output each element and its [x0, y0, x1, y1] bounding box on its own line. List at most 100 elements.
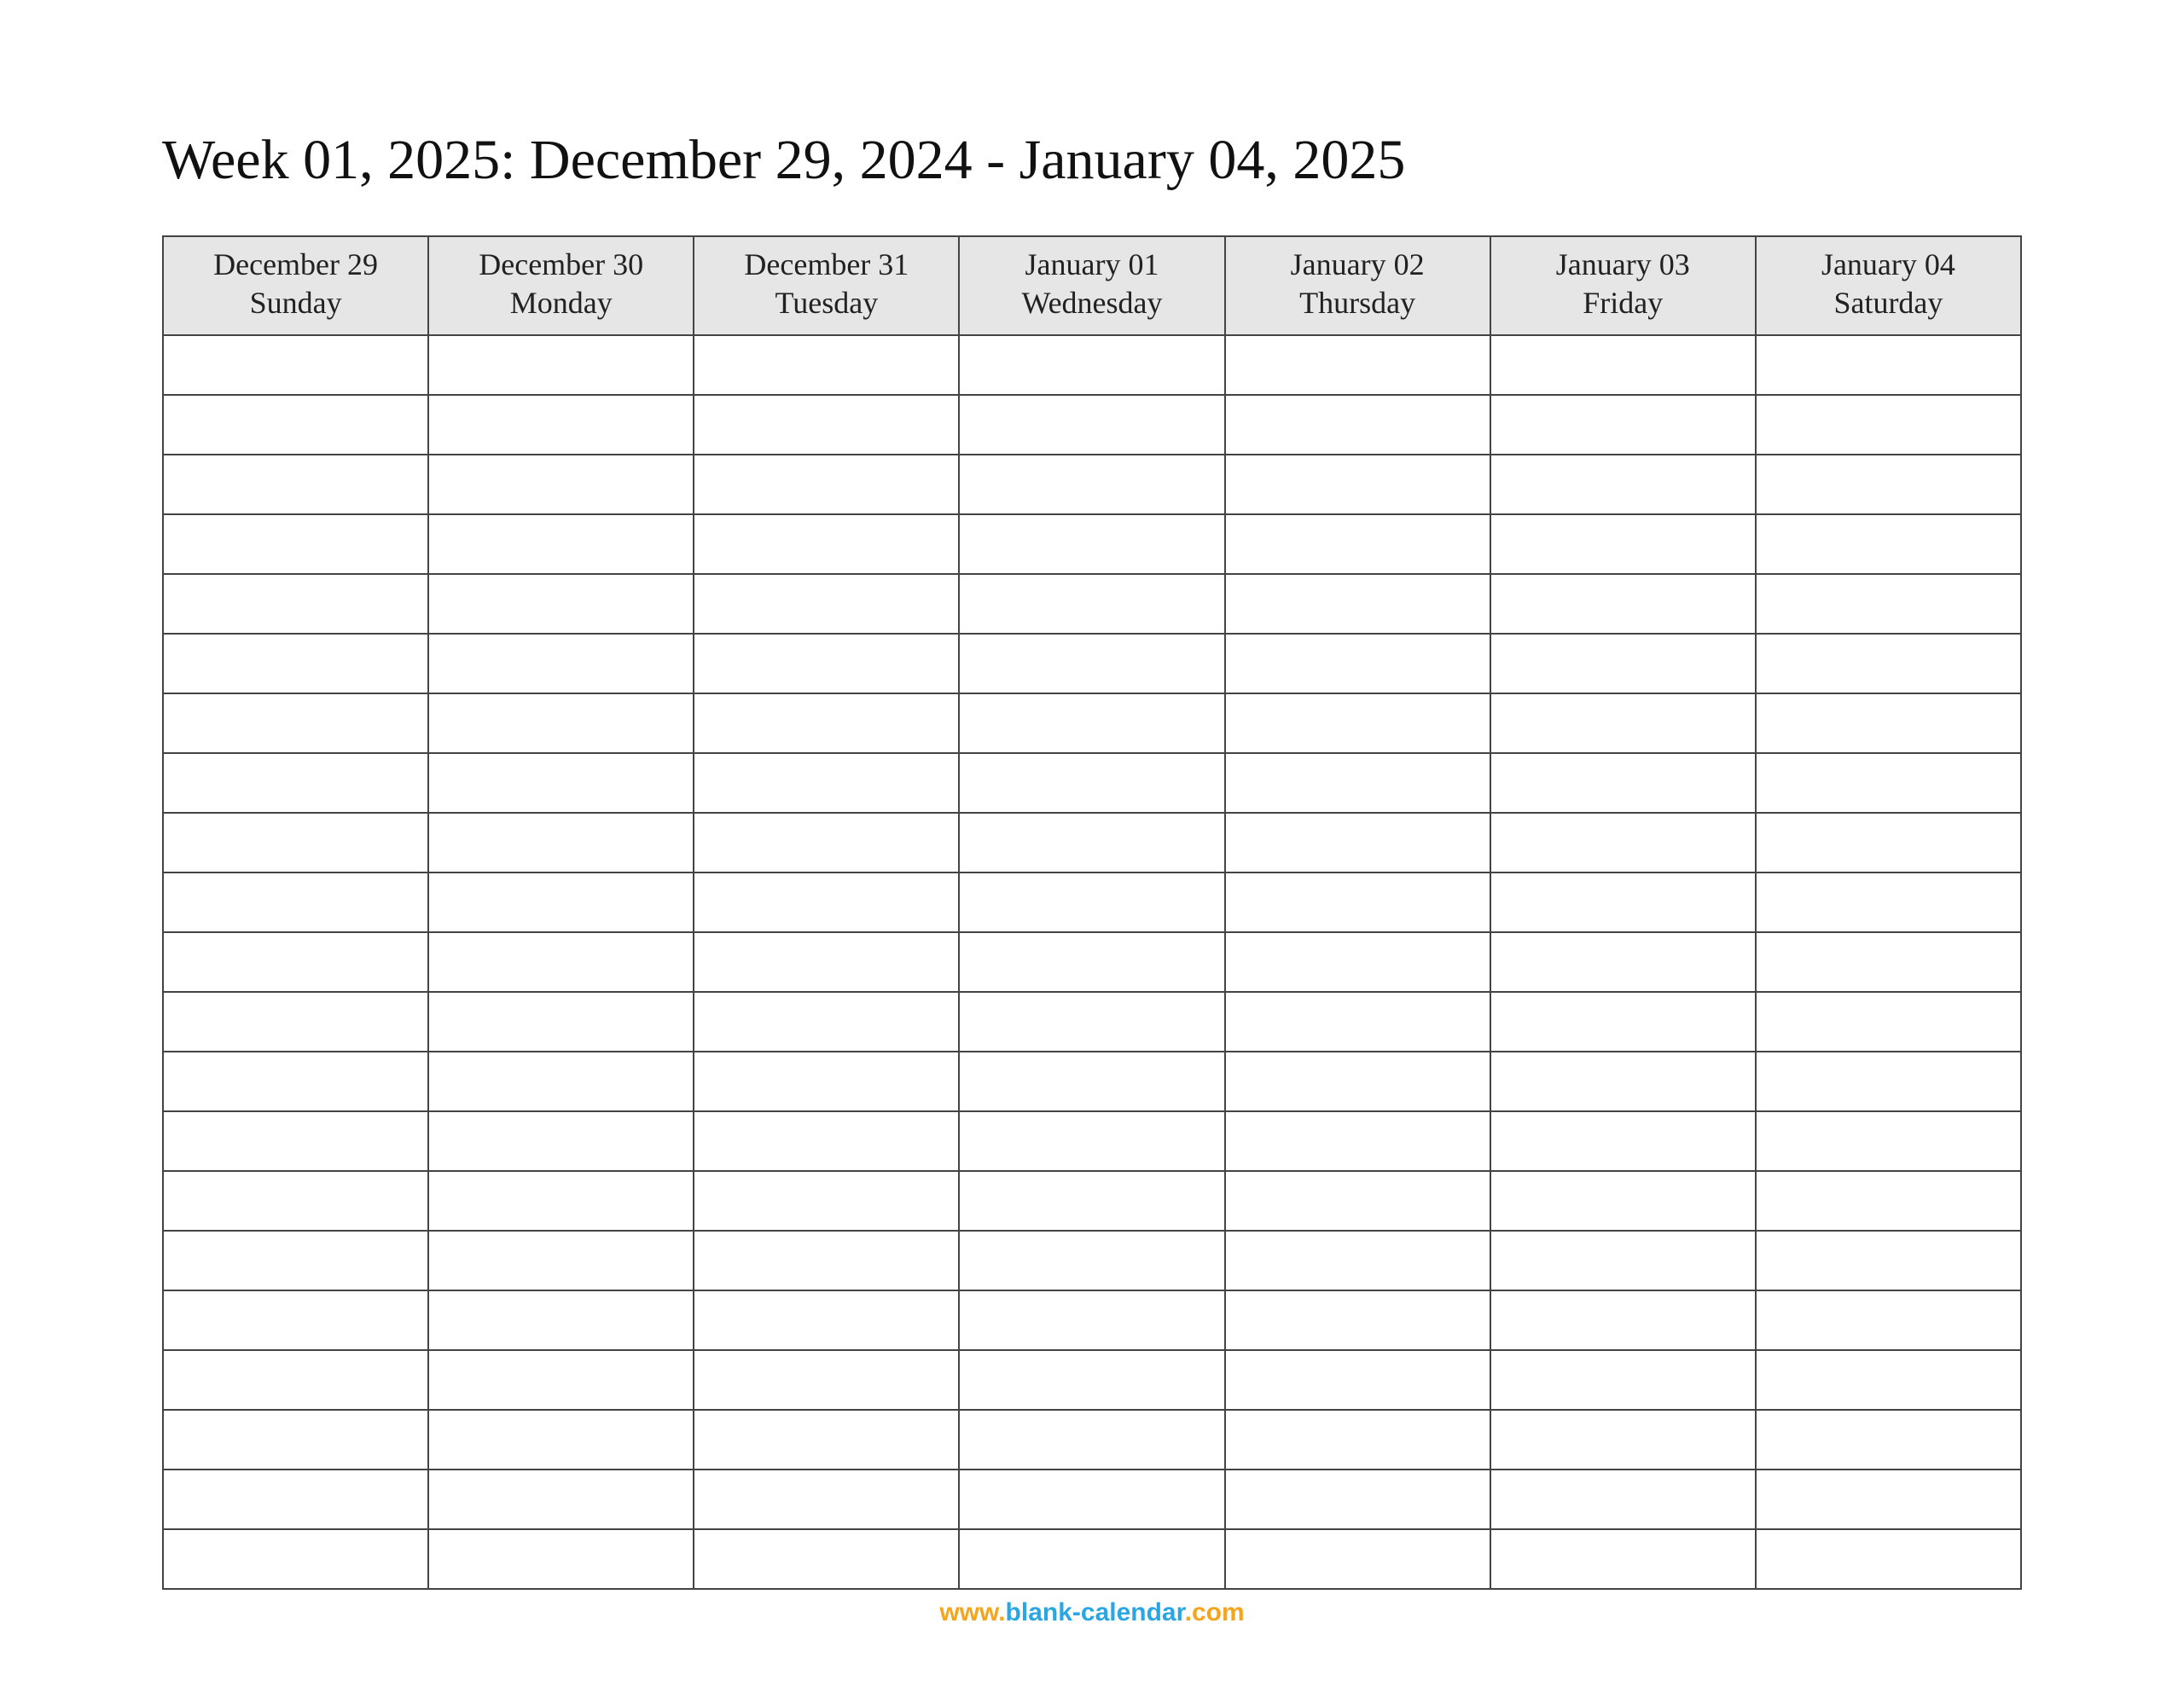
calendar-cell[interactable]: [959, 1470, 1224, 1529]
calendar-cell[interactable]: [163, 872, 428, 932]
calendar-cell[interactable]: [1490, 1171, 1756, 1231]
calendar-cell[interactable]: [959, 634, 1224, 693]
calendar-cell[interactable]: [1756, 574, 2021, 634]
calendar-cell[interactable]: [959, 1410, 1224, 1470]
calendar-cell[interactable]: [959, 992, 1224, 1052]
calendar-cell[interactable]: [959, 1231, 1224, 1290]
calendar-cell[interactable]: [163, 1290, 428, 1350]
calendar-cell[interactable]: [1756, 1171, 2021, 1231]
calendar-cell[interactable]: [694, 872, 959, 932]
calendar-cell[interactable]: [1225, 395, 1490, 455]
calendar-cell[interactable]: [694, 634, 959, 693]
calendar-cell[interactable]: [1490, 455, 1756, 514]
calendar-cell[interactable]: [694, 753, 959, 813]
calendar-cell[interactable]: [1225, 693, 1490, 753]
calendar-cell[interactable]: [163, 395, 428, 455]
calendar-cell[interactable]: [1756, 395, 2021, 455]
calendar-cell[interactable]: [1225, 1290, 1490, 1350]
calendar-cell[interactable]: [959, 1290, 1224, 1350]
calendar-cell[interactable]: [428, 813, 694, 872]
calendar-cell[interactable]: [1490, 753, 1756, 813]
calendar-cell[interactable]: [694, 455, 959, 514]
calendar-cell[interactable]: [428, 1052, 694, 1111]
calendar-cell[interactable]: [959, 872, 1224, 932]
calendar-cell[interactable]: [1756, 514, 2021, 574]
calendar-cell[interactable]: [1490, 1529, 1756, 1589]
calendar-cell[interactable]: [1225, 634, 1490, 693]
calendar-cell[interactable]: [694, 813, 959, 872]
calendar-cell[interactable]: [694, 514, 959, 574]
calendar-cell[interactable]: [694, 335, 959, 395]
calendar-cell[interactable]: [428, 932, 694, 992]
calendar-cell[interactable]: [1756, 1290, 2021, 1350]
calendar-cell[interactable]: [1225, 932, 1490, 992]
calendar-cell[interactable]: [1225, 1171, 1490, 1231]
calendar-cell[interactable]: [959, 455, 1224, 514]
calendar-cell[interactable]: [1225, 992, 1490, 1052]
calendar-cell[interactable]: [1225, 574, 1490, 634]
calendar-cell[interactable]: [1490, 634, 1756, 693]
calendar-cell[interactable]: [428, 1350, 694, 1410]
calendar-cell[interactable]: [428, 1410, 694, 1470]
calendar-cell[interactable]: [1225, 335, 1490, 395]
calendar-cell[interactable]: [1490, 992, 1756, 1052]
calendar-cell[interactable]: [163, 455, 428, 514]
calendar-cell[interactable]: [163, 813, 428, 872]
calendar-cell[interactable]: [163, 1111, 428, 1171]
calendar-cell[interactable]: [1490, 1410, 1756, 1470]
calendar-cell[interactable]: [694, 932, 959, 992]
calendar-cell[interactable]: [1225, 1350, 1490, 1410]
calendar-cell[interactable]: [694, 1410, 959, 1470]
calendar-cell[interactable]: [428, 1111, 694, 1171]
calendar-cell[interactable]: [163, 634, 428, 693]
calendar-cell[interactable]: [959, 753, 1224, 813]
calendar-cell[interactable]: [163, 1052, 428, 1111]
calendar-cell[interactable]: [1490, 932, 1756, 992]
calendar-cell[interactable]: [1756, 932, 2021, 992]
calendar-cell[interactable]: [959, 693, 1224, 753]
calendar-cell[interactable]: [959, 395, 1224, 455]
calendar-cell[interactable]: [428, 574, 694, 634]
calendar-cell[interactable]: [163, 1529, 428, 1589]
calendar-cell[interactable]: [428, 395, 694, 455]
calendar-cell[interactable]: [959, 1171, 1224, 1231]
calendar-cell[interactable]: [959, 932, 1224, 992]
calendar-cell[interactable]: [1756, 1231, 2021, 1290]
calendar-cell[interactable]: [163, 514, 428, 574]
calendar-cell[interactable]: [163, 1470, 428, 1529]
calendar-cell[interactable]: [1490, 1231, 1756, 1290]
calendar-cell[interactable]: [428, 634, 694, 693]
calendar-cell[interactable]: [163, 992, 428, 1052]
calendar-cell[interactable]: [163, 1350, 428, 1410]
calendar-cell[interactable]: [1490, 1350, 1756, 1410]
calendar-cell[interactable]: [1225, 455, 1490, 514]
calendar-cell[interactable]: [163, 1231, 428, 1290]
calendar-cell[interactable]: [1490, 1470, 1756, 1529]
calendar-cell[interactable]: [428, 872, 694, 932]
calendar-cell[interactable]: [959, 1111, 1224, 1171]
calendar-cell[interactable]: [694, 1470, 959, 1529]
calendar-cell[interactable]: [1756, 992, 2021, 1052]
calendar-cell[interactable]: [1756, 335, 2021, 395]
calendar-cell[interactable]: [428, 335, 694, 395]
calendar-cell[interactable]: [428, 1231, 694, 1290]
calendar-cell[interactable]: [1490, 813, 1756, 872]
calendar-cell[interactable]: [428, 693, 694, 753]
calendar-cell[interactable]: [694, 1231, 959, 1290]
calendar-cell[interactable]: [1225, 872, 1490, 932]
calendar-cell[interactable]: [694, 693, 959, 753]
calendar-cell[interactable]: [1225, 1052, 1490, 1111]
footer-link[interactable]: www.blank-calendar.com: [0, 1598, 2184, 1627]
calendar-cell[interactable]: [1490, 1052, 1756, 1111]
calendar-cell[interactable]: [428, 514, 694, 574]
calendar-cell[interactable]: [1756, 1410, 2021, 1470]
calendar-cell[interactable]: [959, 574, 1224, 634]
calendar-cell[interactable]: [694, 1111, 959, 1171]
calendar-cell[interactable]: [694, 1171, 959, 1231]
calendar-cell[interactable]: [959, 1529, 1224, 1589]
calendar-cell[interactable]: [1225, 1529, 1490, 1589]
calendar-cell[interactable]: [1756, 634, 2021, 693]
calendar-cell[interactable]: [1225, 753, 1490, 813]
calendar-cell[interactable]: [1490, 395, 1756, 455]
calendar-cell[interactable]: [1756, 813, 2021, 872]
